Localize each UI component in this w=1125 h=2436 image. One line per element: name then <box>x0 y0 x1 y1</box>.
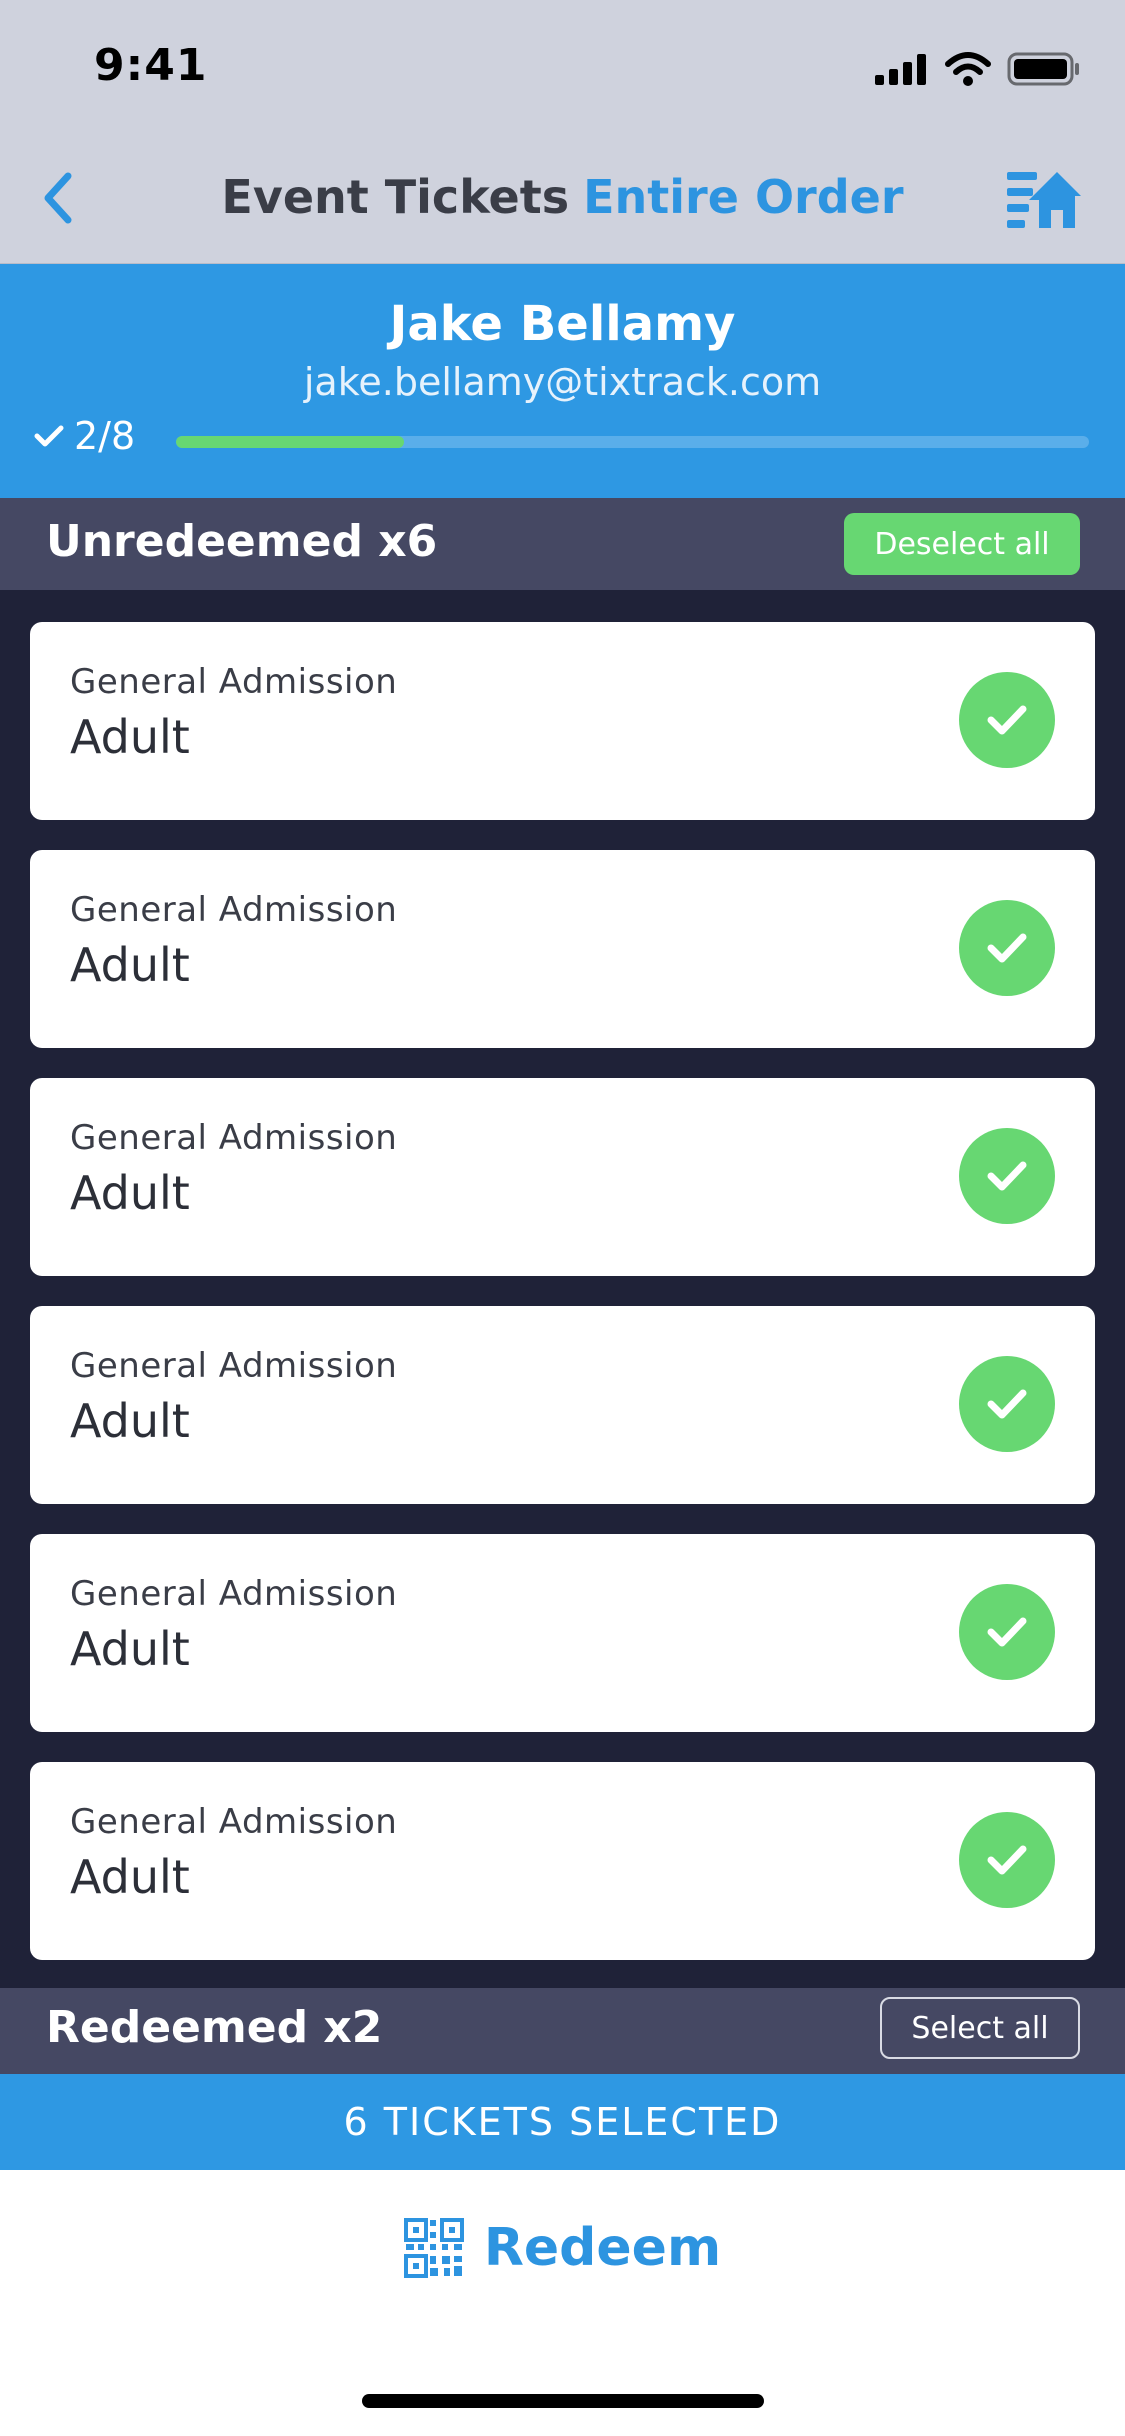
page-title: Event Tickets <box>221 170 570 224</box>
redemption-progress-count: 2/8 <box>34 414 135 458</box>
checkmark-icon <box>987 1161 1027 1191</box>
ticket-selected-checkbox[interactable] <box>959 1584 1055 1680</box>
checkmark-icon <box>987 1845 1027 1875</box>
ticket-type: General Admission <box>70 1118 398 1158</box>
unredeemed-title: Unredeemed x6 <box>46 516 438 567</box>
ticket-category: Adult <box>70 1166 190 1220</box>
customer-name: Jake Bellamy <box>389 296 736 352</box>
customer-panel: Jake Bellamy jake.bellamy@tixtrack.com 2… <box>0 264 1125 498</box>
ticket-category: Adult <box>70 938 190 992</box>
ticket-category: Adult <box>70 1622 190 1676</box>
redeemed-section-header: Redeemed x2 Select all <box>0 1988 1125 2074</box>
checkmark-icon <box>34 425 64 447</box>
battery-icon <box>1007 52 1079 86</box>
ticket-selected-checkbox[interactable] <box>959 900 1055 996</box>
select-all-button[interactable]: Select all <box>880 1997 1080 2059</box>
ticket-category: Adult <box>70 1850 190 1904</box>
ticket-card[interactable]: General Admission Adult <box>30 1078 1095 1276</box>
unredeemed-section-header: Unredeemed x6 Deselect all <box>0 498 1125 590</box>
ticket-type: General Admission <box>70 1346 398 1386</box>
ticket-selected-checkbox[interactable] <box>959 672 1055 768</box>
ticket-list: General Admission Adult General Admission A… <box>30 622 1095 1990</box>
ticket-category: Adult <box>70 710 190 764</box>
ticket-selected-checkbox[interactable] <box>959 1356 1055 1452</box>
progress-bar-fill <box>176 436 405 448</box>
ticket-type: General Admission <box>70 662 398 702</box>
progress-bar <box>176 436 1089 448</box>
redeem-button[interactable]: Redeem <box>0 2218 1125 2278</box>
ticket-selected-checkbox[interactable] <box>959 1812 1055 1908</box>
status-bar: 9:41 <box>0 0 1125 132</box>
checkmark-icon <box>987 933 1027 963</box>
ticket-card[interactable]: General Admission Adult <box>30 1534 1095 1732</box>
status-icons <box>875 52 1081 86</box>
home-indicator <box>362 2394 764 2408</box>
ticket-type: General Admission <box>70 1574 398 1614</box>
customer-email: jake.bellamy@tixtrack.com <box>303 360 822 404</box>
deselect-all-button[interactable]: Deselect all <box>844 513 1080 575</box>
ticket-card[interactable]: General Admission Adult <box>30 1762 1095 1960</box>
redeemed-title: Redeemed x2 <box>46 2002 383 2053</box>
ticket-type: General Admission <box>70 1802 398 1842</box>
ticket-type: General Admission <box>70 890 398 930</box>
wifi-icon <box>945 52 991 86</box>
cellular-signal-icon <box>875 54 926 85</box>
nav-bar: Event Tickets Entire Order <box>0 132 1125 264</box>
status-time: 9:41 <box>94 40 208 91</box>
ticket-category: Adult <box>70 1394 190 1448</box>
progress-label: 2/8 <box>74 414 136 458</box>
checkmark-icon <box>987 1617 1027 1647</box>
ticket-card[interactable]: General Admission Adult <box>30 1306 1095 1504</box>
home-list-icon[interactable] <box>1005 164 1083 230</box>
ticket-selected-checkbox[interactable] <box>959 1128 1055 1224</box>
entire-order-link[interactable]: Entire Order <box>583 170 903 224</box>
ticket-card[interactable]: General Admission Adult <box>30 850 1095 1048</box>
nav-title: Event Tickets Entire Order <box>0 170 1125 224</box>
redeem-label: Redeem <box>483 2218 722 2278</box>
tickets-selected-bar: 6 TICKETS SELECTED <box>0 2074 1125 2170</box>
checkmark-icon <box>987 1389 1027 1419</box>
ticket-card[interactable]: General Admission Adult <box>30 622 1095 820</box>
checkmark-icon <box>987 705 1027 735</box>
qr-code-icon <box>403 2218 464 2278</box>
